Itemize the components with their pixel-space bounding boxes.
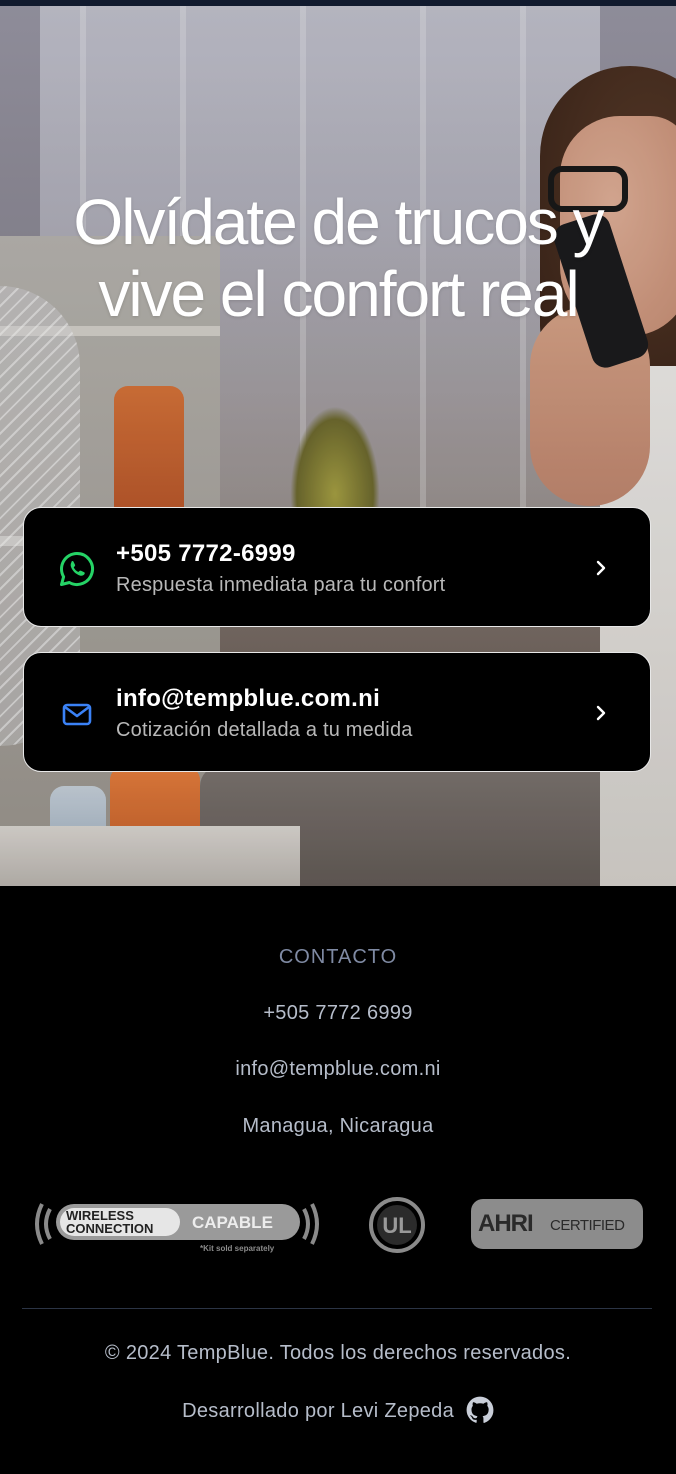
- mail-icon: [62, 703, 92, 726]
- developer-credit-text: Desarrollado por Levi Zepeda: [182, 1400, 455, 1422]
- ahri-badge-certified: CERTIFIED: [550, 1217, 625, 1234]
- footer-phone-link[interactable]: +505 7772 6999: [0, 1002, 676, 1025]
- github-link[interactable]: [466, 1396, 494, 1424]
- hero-title-line2: vive el confort real: [98, 258, 579, 330]
- wireless-badge-line2: CONNECTION: [66, 1221, 153, 1236]
- ahri-certified-badge: AHRI CERTIFIED: [471, 1199, 643, 1249]
- hero-title-line1: Olvídate de trucos y: [73, 186, 604, 258]
- hero-title: Olvídate de trucos y vive el confort rea…: [0, 186, 676, 330]
- footer-email-link[interactable]: info@tempblue.com.ni: [0, 1058, 676, 1081]
- footer-contact-heading: CONTACTO: [278, 946, 398, 968]
- ahri-badge-brand: AHRI: [478, 1210, 533, 1237]
- footer-location: Managua, Nicaragua: [242, 1115, 434, 1137]
- chevron-right-icon: [596, 560, 606, 576]
- github-icon: [466, 1396, 494, 1423]
- email-contact-button[interactable]: info@tempblue.com.ni Cotización detallad…: [23, 652, 651, 772]
- certification-badges: WIRELESS CONNECTION CAPABLE *Kit sold se…: [0, 1190, 676, 1260]
- ul-badge-text: UL: [382, 1213, 411, 1238]
- email-description: Cotización detallada a tu medida: [116, 719, 413, 741]
- email-address: info@tempblue.com.ni: [116, 685, 381, 712]
- wireless-badge-note: *Kit sold separately: [200, 1244, 275, 1253]
- ul-certification-badge: UL: [369, 1197, 425, 1253]
- footer-divider: [22, 1308, 652, 1309]
- copyright-text: © 2024 TempBlue. Todos los derechos rese…: [104, 1342, 572, 1364]
- whatsapp-contact-button[interactable]: +505 7772-6999 Respuesta inmediata para …: [23, 507, 651, 627]
- developer-credit: Desarrollado por Levi Zepeda: [0, 1396, 676, 1424]
- whatsapp-icon: [60, 552, 94, 586]
- chevron-right-icon: [596, 705, 606, 721]
- wireless-connection-badge: WIRELESS CONNECTION CAPABLE *Kit sold se…: [35, 1203, 319, 1253]
- wireless-badge-capable: CAPABLE: [192, 1213, 273, 1232]
- whatsapp-phone-number: +505 7772-6999: [116, 540, 296, 567]
- whatsapp-description: Respuesta inmediata para tu confort: [116, 574, 446, 596]
